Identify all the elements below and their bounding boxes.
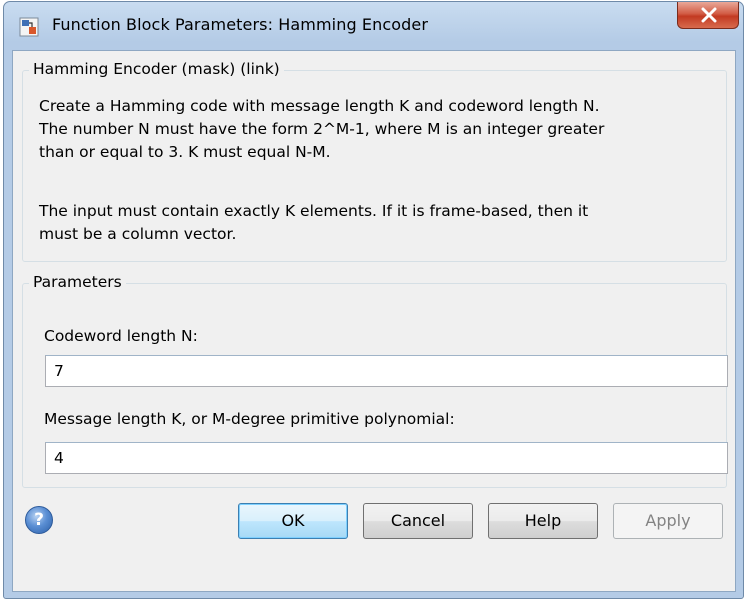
codeword-length-input[interactable] [45, 355, 728, 387]
message-length-input[interactable] [45, 442, 728, 474]
description-line: Create a Hamming code with message lengt… [39, 97, 600, 115]
dialog-window: Function Block Parameters: Hamming Encod… [3, 1, 744, 599]
parameters-group-legend: Parameters [29, 273, 126, 291]
description-line: The input must contain exactly K element… [39, 202, 589, 220]
ok-button[interactable]: OK [238, 503, 348, 539]
description-line: than or equal to 3. K must equal N-M. [39, 143, 331, 161]
cancel-button[interactable]: Cancel [363, 503, 473, 539]
help-icon[interactable]: ? [25, 506, 53, 534]
simulink-block-icon [19, 17, 39, 37]
close-button[interactable] [677, 2, 739, 29]
description-group-legend: Hamming Encoder (mask) (link) [29, 60, 284, 78]
codeword-length-label: Codeword length N: [44, 327, 198, 345]
description-line: The number N must have the form 2^M-1, w… [39, 120, 605, 138]
title-bar[interactable]: Function Block Parameters: Hamming Encod… [4, 2, 743, 50]
description-group: Hamming Encoder (mask) (link) Create a H… [22, 60, 727, 262]
apply-button[interactable]: Apply [613, 503, 723, 539]
message-length-label: Message length K, or M-degree primitive … [44, 410, 455, 428]
close-icon [701, 7, 717, 23]
help-button[interactable]: Help [488, 503, 598, 539]
description-line: must be a column vector. [39, 225, 237, 243]
window-title: Function Block Parameters: Hamming Encod… [52, 15, 429, 34]
